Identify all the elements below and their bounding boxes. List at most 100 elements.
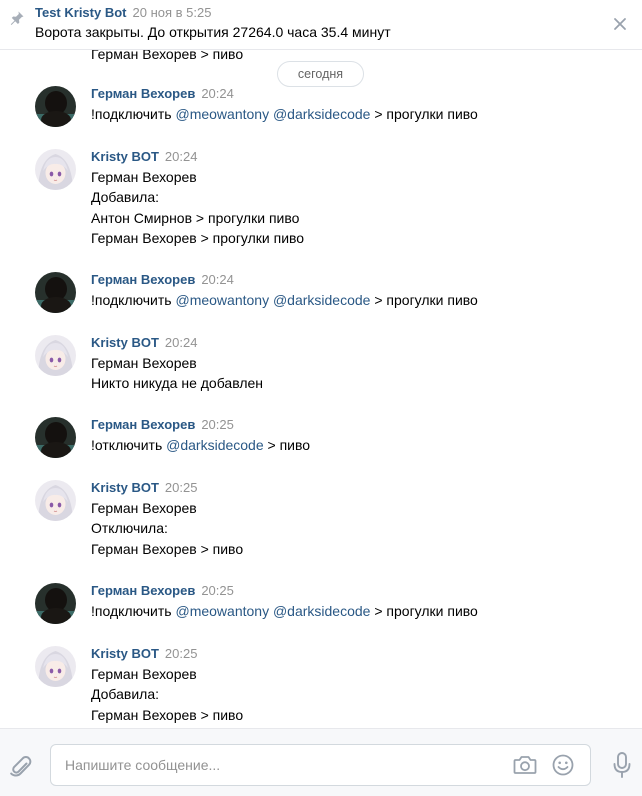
message-text: Герман Вехорев > пиво — [91, 706, 244, 723]
pinned-header: Test Kristy Bot 20 ноя в 5:25 — [35, 5, 211, 20]
message-text: Никто никуда не добавлен — [91, 375, 264, 392]
message-body: !подключить @meowantony @darksidecode > … — [91, 601, 478, 621]
message-text-line: Герман Вехорев — [91, 498, 243, 518]
message-time[interactable]: 20:25 — [165, 646, 198, 661]
message-body: Герман Вехорев Добавила: Герман Вехорев > … — [91, 664, 243, 725]
message-header: Kristy BOT 20:24 — [91, 335, 197, 350]
message-text-line: Герман Вехорев > пиво — [91, 539, 243, 559]
message-text-line: Добавила: — [91, 187, 304, 207]
author-name[interactable]: Kristy BOT — [91, 480, 159, 495]
avatar[interactable] — [35, 583, 76, 624]
message-body: Герман Вехорев Отключила: Герман Вехорев >… — [91, 498, 243, 559]
message-time[interactable]: 20:24 — [165, 335, 198, 350]
message-text-line: Герман Вехорев — [91, 664, 243, 684]
message-text-line: Отключила: — [91, 518, 243, 538]
date-divider: сегодня — [277, 61, 364, 87]
avatar[interactable] — [35, 86, 76, 127]
message-text-line: Герман Вехорев > прогулки пиво — [91, 228, 304, 248]
author-name[interactable]: Герман Вехорев — [91, 272, 195, 287]
avatar[interactable] — [35, 149, 76, 190]
message-text-line: Антон Смирнов > прогулки пиво — [91, 208, 304, 228]
close-icon[interactable] — [612, 16, 628, 32]
composer — [0, 728, 642, 796]
message-text-line: Герман Вехорев > пиво — [91, 50, 244, 62]
message-body: !отключить @darksidecode > пиво — [91, 435, 310, 455]
mention-link[interactable]: @darksidecode — [273, 292, 371, 308]
message-header: Герман Вехорев 20:25 — [91, 417, 234, 432]
message-input[interactable] — [65, 755, 495, 775]
message-text: Герман Вехорев — [91, 355, 197, 371]
mention-link[interactable]: @meowantony — [175, 603, 269, 619]
author-name[interactable]: Герман Вехорев — [91, 583, 195, 598]
message-header: Kristy BOT 20:25 — [91, 480, 197, 495]
message-text-line: Никто никуда не добавлен — [91, 373, 263, 393]
message-text: !подключить — [91, 292, 176, 308]
message-text-line: Герман Вехорев > пиво — [91, 705, 243, 725]
author-name[interactable]: Kristy BOT — [91, 335, 159, 350]
pinned-title[interactable]: Test Kristy Bot — [35, 5, 127, 20]
message-body: Герман Вехорев Никто никуда не добавлен — [91, 353, 263, 394]
message-time[interactable]: 20:24 — [201, 86, 234, 101]
message-text: > пиво — [263, 437, 311, 453]
message-text-line: !подключить @meowantony @darksidecode > … — [91, 290, 478, 310]
message-text-line: Добавила: — [91, 684, 243, 704]
mention-link[interactable]: @darksidecode — [166, 437, 264, 453]
author-name[interactable]: Kristy BOT — [91, 646, 159, 661]
message-header: Герман Вехорев 20:24 — [91, 86, 234, 101]
avatar[interactable] — [35, 417, 76, 458]
author-name[interactable]: Герман Вехорев — [91, 86, 195, 101]
smile-icon[interactable] — [551, 753, 575, 777]
message-header: Kristy BOT 20:25 — [91, 646, 197, 661]
author-name[interactable]: Kristy BOT — [91, 149, 159, 164]
message-text-line: !отключить @darksidecode > пиво — [91, 435, 310, 455]
message-input-box — [50, 744, 591, 786]
message-body: !подключить @meowantony @darksidecode > … — [91, 104, 478, 124]
message-text-line: !подключить @meowantony @darksidecode > … — [91, 104, 478, 124]
message-text-line: Герман Вехорев — [91, 353, 263, 373]
message-text: Герман Вехорев > пиво — [91, 540, 244, 557]
paperclip-icon[interactable] — [9, 753, 33, 779]
message-text-line: !подключить @meowantony @darksidecode > … — [91, 601, 478, 621]
message-time[interactable]: 20:25 — [201, 417, 234, 432]
message-time[interactable]: 20:25 — [165, 480, 198, 495]
pinned-date: 20 ноя в 5:25 — [132, 5, 212, 20]
message-text: Антон Смирнов > прогулки пиво — [91, 209, 300, 226]
message-text: > прогулки пиво — [370, 292, 478, 308]
message-text: !подключить — [91, 106, 176, 122]
message-text: Герман Вехорев > прогулки пиво — [91, 229, 305, 246]
message-header: Герман Вехорев 20:24 — [91, 272, 234, 287]
avatar[interactable] — [35, 480, 76, 521]
message-body: Герман Вехорев Добавила: Антон Смирнов > п… — [91, 167, 304, 248]
mention-link[interactable]: @meowantony — [175, 292, 269, 308]
pinned-text: Ворота закрыты. До открытия 27264.0 часа… — [35, 24, 391, 40]
microphone-icon[interactable] — [612, 751, 632, 779]
message-text: Добавила: — [91, 686, 160, 703]
pinned-message-bar[interactable]: Test Kristy Bot 20 ноя в 5:25 Ворота закр… — [0, 0, 642, 50]
message-text: Герман Вехорев — [91, 666, 197, 682]
message-feed[interactable]: Герман Вехорев > пиво сегодня Герман Вех… — [0, 50, 642, 728]
avatar[interactable] — [35, 646, 76, 687]
pin-icon — [10, 11, 24, 25]
message-header: Kristy BOT 20:24 — [91, 149, 197, 164]
camera-icon[interactable] — [512, 753, 538, 777]
message-text: > прогулки пиво — [370, 106, 478, 122]
message-time[interactable]: 20:24 — [165, 149, 198, 164]
message-time[interactable]: 20:25 — [201, 583, 234, 598]
avatar[interactable] — [35, 272, 76, 313]
mention-link[interactable]: @darksidecode — [273, 106, 371, 122]
message-time[interactable]: 20:24 — [201, 272, 234, 287]
mention-link[interactable]: @meowantony — [175, 106, 269, 122]
message-text-line: Герман Вехорев — [91, 167, 304, 187]
message-header: Герман Вехорев 20:25 — [91, 583, 234, 598]
message-text: Герман Вехорев — [91, 500, 197, 516]
avatar[interactable] — [35, 335, 76, 376]
message-text: Отключила: — [91, 520, 168, 537]
message-text: !отключить — [91, 437, 167, 453]
author-name[interactable]: Герман Вехорев — [91, 417, 195, 432]
message-body: !подключить @meowantony @darksidecode > … — [91, 290, 478, 310]
message-text: Герман Вехорев — [91, 169, 197, 185]
mention-link[interactable]: @darksidecode — [273, 603, 371, 619]
message-text: Добавила: — [91, 189, 160, 206]
message-text: > прогулки пиво — [370, 603, 478, 619]
message-text: !подключить — [91, 603, 176, 619]
